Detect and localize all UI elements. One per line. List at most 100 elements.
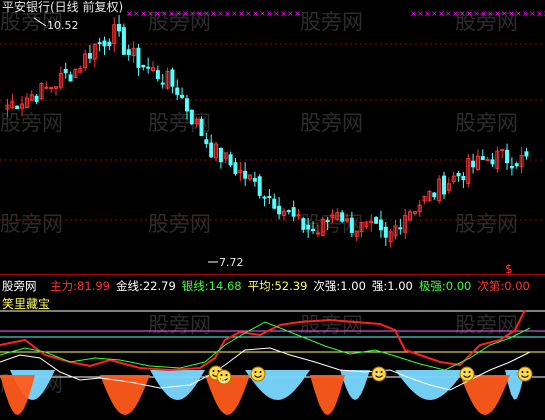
smile-eye bbox=[254, 371, 257, 373]
candle-body bbox=[383, 226, 388, 238]
smile-face bbox=[517, 366, 533, 382]
marker-x: × bbox=[487, 9, 494, 18]
indicator-value-5: 强: 1.00 bbox=[372, 279, 413, 293]
candle-body bbox=[141, 64, 146, 68]
candle-body bbox=[126, 49, 131, 55]
marker-x: × bbox=[175, 9, 182, 18]
indicator-value-label: 极强: bbox=[418, 279, 446, 293]
marker-x: × bbox=[522, 9, 529, 18]
candle-body bbox=[68, 74, 73, 82]
smile-face bbox=[371, 366, 387, 382]
candle-body bbox=[286, 210, 291, 213]
candle-body bbox=[349, 217, 354, 233]
candle-body bbox=[257, 176, 262, 196]
candle-body bbox=[180, 94, 185, 98]
candle-body bbox=[252, 178, 257, 182]
candle-body bbox=[204, 139, 209, 145]
candle-body bbox=[311, 229, 316, 232]
marker-x: × bbox=[501, 9, 508, 18]
marker-x: × bbox=[431, 9, 438, 18]
marker-x: × bbox=[182, 9, 189, 18]
indicator-value-1: 金线: 22.79 bbox=[116, 279, 176, 293]
marker-x: × bbox=[217, 9, 224, 18]
indicator-value-label: 金线: bbox=[115, 279, 143, 293]
candle-body bbox=[102, 40, 107, 47]
candle-body bbox=[199, 118, 204, 137]
smile-eye bbox=[521, 371, 524, 373]
candle-body bbox=[49, 87, 54, 90]
marker-x: × bbox=[238, 9, 245, 18]
marker-x: × bbox=[529, 9, 536, 18]
candle-body bbox=[340, 212, 345, 222]
marker-x: × bbox=[161, 9, 168, 18]
marker-x: × bbox=[252, 9, 259, 18]
high-price-leader bbox=[33, 17, 47, 27]
candle-body bbox=[398, 227, 403, 230]
candle-body bbox=[121, 27, 126, 55]
indicator-value-label: 强: bbox=[371, 279, 388, 293]
indicator-value-3: 平均: 52.39 bbox=[248, 279, 308, 293]
indicator-value-label: 平均: bbox=[247, 279, 275, 293]
orange-band bbox=[310, 375, 345, 415]
marker-x: × bbox=[154, 9, 161, 18]
candle-body bbox=[442, 175, 446, 195]
smile-eye bbox=[468, 371, 471, 373]
marker-x: × bbox=[466, 9, 473, 18]
indicator-value-label: 次强: bbox=[313, 279, 341, 293]
smile-eye bbox=[380, 371, 383, 373]
price-chart: × × × × × × × × × × × × × × × × × × × × × × × × × × × × × × × × × × × × × × × ×… bbox=[0, 9, 545, 263]
candle-body bbox=[490, 159, 495, 165]
marker-x: × bbox=[473, 9, 480, 18]
marker-x: × bbox=[210, 9, 217, 18]
smile-eye bbox=[259, 371, 262, 373]
marker-x: × bbox=[438, 9, 445, 18]
indicator-value-number: 22.79 bbox=[142, 279, 176, 293]
indicator-value-2: 银线: 14.68 bbox=[182, 279, 242, 293]
marker-x: × bbox=[452, 9, 459, 18]
marker-x: × bbox=[515, 9, 522, 18]
candle-body bbox=[160, 82, 165, 85]
indicator-value-label: 银线: bbox=[181, 279, 209, 293]
candle-body bbox=[471, 160, 476, 168]
candle-body bbox=[524, 151, 529, 157]
candle-body bbox=[34, 95, 39, 102]
candle-body bbox=[15, 105, 20, 110]
cyan-band bbox=[150, 370, 205, 400]
candles bbox=[5, 14, 529, 248]
candle-body bbox=[117, 23, 122, 32]
candle-body bbox=[262, 196, 267, 199]
candle-body bbox=[461, 175, 466, 181]
candle-body bbox=[87, 53, 92, 59]
candle-body bbox=[170, 69, 175, 87]
marker-x: × bbox=[224, 9, 231, 18]
indicator-header: 股旁网 主力: 81.99 金线: 22.79 银线: 14.68 平均: 52.39… bbox=[0, 279, 545, 294]
indicator-source: 股旁网 bbox=[2, 279, 37, 293]
high-price-label: 10.52 bbox=[47, 19, 79, 32]
smile-eye bbox=[212, 370, 215, 372]
indicator-value-number: 0.00 bbox=[504, 279, 530, 293]
pane-divider bbox=[0, 274, 545, 275]
marker-x: × bbox=[189, 9, 196, 18]
marker-x: × bbox=[126, 9, 133, 18]
candle-body bbox=[155, 70, 160, 80]
indicator-value-0: 主力: 81.99 bbox=[50, 279, 110, 293]
candle-body bbox=[514, 163, 519, 167]
indicator-value-6: 极强: 0.00 bbox=[419, 279, 471, 293]
marker-x: × bbox=[410, 9, 417, 18]
buy-badge-b: B bbox=[220, 376, 226, 385]
marker-x: × bbox=[259, 9, 266, 18]
candle-body bbox=[505, 149, 510, 164]
indicator-value-label: 主力: bbox=[50, 279, 78, 293]
indicator-value-number: 81.99 bbox=[77, 279, 110, 293]
candle-body bbox=[233, 162, 238, 175]
candle-body bbox=[267, 195, 272, 198]
candle-body bbox=[378, 219, 383, 231]
marker-x: × bbox=[147, 9, 154, 18]
cyan-band bbox=[340, 370, 370, 400]
smile-eye bbox=[225, 374, 228, 376]
smile-icon bbox=[459, 366, 475, 382]
smile-eye bbox=[526, 371, 529, 373]
candle-body bbox=[374, 217, 379, 224]
marker-x: × bbox=[196, 9, 203, 18]
marker-x: × bbox=[480, 9, 487, 18]
